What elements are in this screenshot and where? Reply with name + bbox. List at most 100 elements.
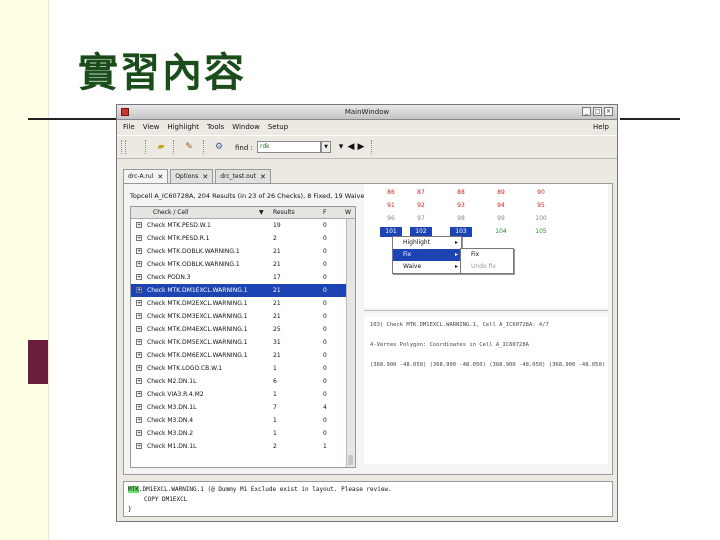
find-input[interactable]: rdk [257,141,321,153]
expand-icon[interactable]: + [136,274,142,280]
menu-window[interactable]: Window [232,123,260,131]
grid-cell[interactable]: 96 [380,214,402,224]
table-row[interactable]: +Check MTK.DM2EXCL.WARNING.12100 [131,297,351,310]
fixed-count: 0 [323,287,327,294]
tab-drc-rul[interactable]: drc-A.rul ✕ [123,169,169,183]
menu-file[interactable]: File [123,123,135,131]
grid-cell[interactable]: 99 [490,214,512,224]
expand-icon[interactable]: + [136,378,142,384]
table-row[interactable]: +Check MTK.DM4EXCL.WARNING.12500 [131,323,351,336]
table-row[interactable]: +Check MTK.DM5EXCL.WARNING.13100 [131,336,351,349]
table-row[interactable]: +Check MTK.DOBLK.WARNING.12100 [131,245,351,258]
table-row[interactable]: +Check M3.DN.2100 [131,427,351,440]
menu-setup[interactable]: Setup [268,123,288,131]
grid-cell[interactable]: 91 [380,201,402,211]
expand-icon[interactable]: + [136,443,142,449]
expand-icon[interactable]: + [136,365,142,371]
toolbar-grip[interactable] [125,140,128,154]
table-row[interactable]: +Check M1.DN.1L210 [131,440,351,453]
grid-cell[interactable]: 87 [410,188,432,198]
table-row[interactable]: +Check M2.DN.1L600 [131,375,351,388]
open-folder-icon[interactable]: ▰ [155,141,167,153]
table-row[interactable]: +Check MTK.LOGO.CB.W.1100 [131,362,351,375]
expand-icon[interactable]: + [136,430,142,436]
tab-drc-test-out[interactable]: drc_test.out ✕ [215,169,271,183]
close-icon[interactable]: ✕ [260,173,266,181]
grid-cell[interactable]: 89 [490,188,512,198]
table-row[interactable]: +Check M3.DN.1L740 [131,401,351,414]
toolbar-grip[interactable] [121,140,124,154]
table-row[interactable]: +Check MTK.PESD.W.11900 [131,219,351,232]
toolbar-grip[interactable] [145,140,148,154]
gear-icon[interactable]: ⚙ [213,141,225,153]
menu-item-waive[interactable]: Waive ▸ [393,261,461,273]
expand-icon[interactable]: + [136,339,142,345]
grid-cell[interactable]: 98 [450,214,472,224]
minimize-icon[interactable]: _ [582,107,591,116]
grid-cell[interactable]: 95 [530,201,552,211]
toolbar: ▰ ✎ ⚙ find : rdk ▼ ▾ ◀ ▶ [117,135,617,159]
expand-icon[interactable]: + [136,326,142,332]
grid-cell[interactable]: 97 [410,214,432,224]
tree-scrollbar[interactable] [346,219,355,467]
menu-item-highlight[interactable]: Highlight ▸ [393,237,461,249]
menu-help[interactable]: Help [593,123,609,131]
table-row[interactable]: +Check PODN.31700 [131,271,351,284]
grid-cell[interactable]: 88 [450,188,472,198]
close-icon[interactable]: ✕ [202,173,208,181]
table-row[interactable]: +Check MTK.ODBLK.WARNING.12100 [131,258,351,271]
check-name: Check M1.DN.1L [147,443,197,450]
main-window: MainWindow _ □ × File View Highlight Too… [116,104,618,522]
submenu-item-fix[interactable]: Fix [461,249,513,261]
brush-icon[interactable]: ✎ [183,141,195,153]
menu-tools[interactable]: Tools [207,123,224,131]
expand-icon[interactable]: + [136,352,142,358]
menu-view[interactable]: View [143,123,160,131]
table-row[interactable]: +Check MTK.DM6EXCL.WARNING.12100 [131,349,351,362]
grid-cell[interactable]: 92 [410,201,432,211]
expand-icon[interactable]: + [136,417,142,423]
results-count: 21 [273,287,281,294]
table-row[interactable]: +Check VIA3.R.4.M2100 [131,388,351,401]
grid-cell[interactable]: 100 [530,214,552,224]
toolbar-grip[interactable] [371,140,374,154]
table-row[interactable]: +Check M3.DN.4100 [131,414,351,427]
expand-icon[interactable]: + [136,248,142,254]
find-dropdown-icon[interactable]: ▼ [321,141,331,153]
grid-cell[interactable]: 90 [530,188,552,198]
table-row[interactable]: +Check MTK.DM1EXCL.WARNING.12100 [131,284,351,297]
table-row[interactable]: +Check MTK.DM3EXCL.WARNING.12100 [131,310,351,323]
close-icon[interactable]: × [604,107,613,116]
results-count: 6 [273,378,277,385]
grid-cell[interactable]: 93 [450,201,472,211]
expand-icon[interactable]: + [136,222,142,228]
toolbar-grip[interactable] [203,140,206,154]
menu-highlight[interactable]: Highlight [167,123,199,131]
grid-cell[interactable]: 86 [380,188,402,198]
scroll-thumb[interactable] [348,455,353,465]
column-check[interactable]: Check / Cell [153,209,189,216]
grid-cell[interactable]: 105 [530,227,552,237]
column-waived[interactable]: W [345,209,351,216]
expand-icon[interactable]: + [136,313,142,319]
toolbar-grip[interactable] [173,140,176,154]
slide-rule-left [28,118,116,120]
expand-icon[interactable]: + [136,300,142,306]
expand-icon[interactable]: + [136,391,142,397]
expand-icon[interactable]: + [136,261,142,267]
expand-icon[interactable]: + [136,287,142,293]
column-results[interactable]: Results [273,209,295,216]
grid-cell[interactable]: 94 [490,201,512,211]
splitter[interactable] [364,310,608,315]
sort-icon[interactable]: ▼ [259,209,264,216]
close-icon[interactable]: ✕ [157,173,163,181]
expand-icon[interactable]: + [136,235,142,241]
maximize-icon[interactable]: □ [593,107,602,116]
arrow-right-icon[interactable]: ▶ [355,141,367,153]
expand-icon[interactable]: + [136,404,142,410]
tab-options[interactable]: Options ✕ [170,169,214,183]
column-fixed[interactable]: F [323,209,326,216]
grid-cell[interactable]: 104 [490,227,512,237]
table-row[interactable]: +Check MTK.PESD.R.1200 [131,232,351,245]
menu-item-fix[interactable]: Fix ▸ [393,249,461,261]
